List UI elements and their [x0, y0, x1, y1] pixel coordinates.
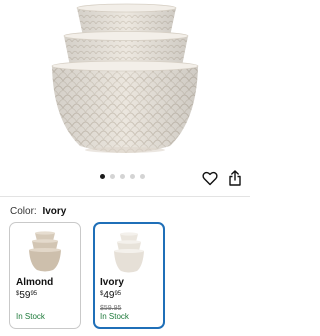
- carousel-dot[interactable]: [100, 174, 105, 179]
- carousel-dot[interactable]: [120, 174, 125, 179]
- variant-name: Ivory: [100, 277, 124, 288]
- ivory-bowls-thumbnail: [114, 232, 144, 273]
- color-selector-label: Color: Ivory: [10, 205, 66, 219]
- variant-price: $4995: [100, 290, 121, 302]
- carousel-dot[interactable]: [130, 174, 135, 179]
- almond-bowls-thumbnail: [29, 231, 61, 272]
- product-image[interactable]: [0, 0, 250, 166]
- price-dollars: 49: [103, 290, 115, 301]
- share-button[interactable]: [225, 168, 245, 188]
- stock-status: In Stock: [16, 312, 45, 321]
- carousel-dot[interactable]: [110, 174, 115, 179]
- variant-price: $5995: [16, 290, 37, 302]
- variant-thumbnail: [10, 227, 80, 277]
- carousel-dot[interactable]: [140, 174, 145, 179]
- bowls-illustration: [51, 3, 199, 153]
- price-cents: 95: [30, 291, 38, 297]
- product-page: Color: Ivory Almond $5995 In Stock Ivory…: [0, 0, 250, 336]
- price-dollars: 59: [19, 290, 31, 301]
- share-icon: [229, 170, 241, 186]
- section-divider: [0, 196, 250, 197]
- variant-card-ivory[interactable]: Ivory $4995 $59.95 In Stock: [93, 222, 165, 329]
- variant-card-almond[interactable]: Almond $5995 In Stock: [9, 222, 81, 329]
- heart-icon: [202, 171, 218, 185]
- price-cents: 95: [114, 291, 122, 297]
- carousel-dots: [100, 174, 145, 179]
- color-label: Color:: [10, 206, 37, 217]
- stock-status: In Stock: [100, 312, 129, 321]
- selected-color-value: Ivory: [42, 206, 67, 217]
- variant-thumbnail: [95, 228, 163, 278]
- favorite-button[interactable]: [200, 168, 220, 188]
- variant-name: Almond: [16, 277, 54, 288]
